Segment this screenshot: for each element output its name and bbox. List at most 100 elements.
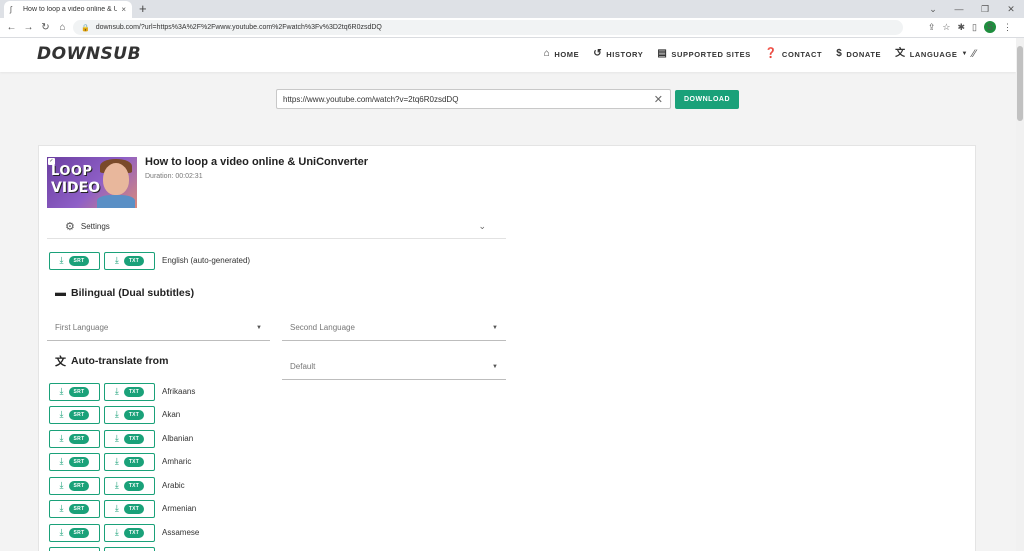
srt-pill: SRT (68, 433, 90, 444)
nav-supported-sites[interactable]: ▤ SUPPORTED SITES (657, 49, 751, 59)
nav-contact-label: CONTACT (781, 49, 823, 59)
srt-pill: SRT (68, 386, 90, 397)
txt-download-button[interactable]: ⤓ TXT (104, 429, 155, 448)
new-tab-button[interactable]: + (139, 1, 147, 17)
translate-row: ⤓ SRT ⤓ TXT Albanian (49, 429, 193, 448)
restore-icon[interactable]: ❐ (972, 0, 998, 18)
download-icon: ⤓ (59, 255, 64, 265)
extensions-icon[interactable]: ✱ (958, 22, 966, 33)
first-language-placeholder: First Language (55, 323, 109, 332)
address-bar[interactable]: 🔒 downsub.com/?url=https%3A%2F%2Fwww.you… (73, 20, 903, 35)
tab-search-icon[interactable]: ⌄ (920, 0, 946, 18)
download-button[interactable]: DOWNLOAD (675, 90, 739, 109)
download-icon: ⤓ (59, 527, 64, 537)
srt-download-button[interactable]: ⤓SRT (49, 405, 100, 424)
checkbox-icon: ✓ (48, 158, 55, 165)
bilingual-heading: ▬ Bilingual (Dual subtitles) (55, 287, 194, 299)
download-icon: ⤓ (114, 255, 119, 265)
srt-pill: SRT (68, 503, 90, 514)
srt-download-button[interactable]: ⤓SRT (49, 546, 100, 551)
original-language-label: English (auto-generated) (162, 256, 251, 265)
scrollbar-thumb[interactable] (1017, 46, 1023, 121)
txt-download-button[interactable]: ⤓TXT (104, 523, 155, 542)
menu-icon[interactable]: ⋮ (1003, 22, 1012, 33)
result-card: LOOP VIDEO ✓ How to loop a video online … (38, 145, 976, 551)
srt-download-button[interactable]: ⤓ SRT (49, 251, 100, 270)
txt-download-button[interactable]: ⤓TXT (104, 452, 155, 471)
share-icon[interactable]: ⇪ (928, 22, 936, 33)
nav-language[interactable]: 文 LANGUAGE ▼ (895, 49, 968, 59)
download-icon: ⤓ (59, 433, 64, 443)
video-thumbnail[interactable]: LOOP VIDEO ✓ (47, 157, 137, 208)
download-icon: ⤓ (114, 527, 119, 537)
sidepanel-icon[interactable]: ▯ (972, 22, 977, 33)
gear-icon: ⚙ (65, 221, 75, 233)
list-icon: ▤ (657, 48, 668, 59)
download-icon: ⤓ (114, 433, 119, 443)
profile-avatar[interactable]: S (984, 21, 996, 33)
theme-toggle-icon[interactable]: ⁄⁄ (972, 48, 976, 60)
browser-tab[interactable]: ʃ How to loop a video online & Un × (4, 1, 132, 18)
srt-download-button[interactable]: ⤓ SRT (49, 429, 100, 448)
download-icon: ⤓ (59, 409, 64, 419)
nav-donate-label: DONATE (846, 49, 882, 59)
auto-translate-source-select[interactable]: Default ▼ (282, 354, 506, 380)
minimize-icon[interactable]: — (946, 0, 972, 18)
reload-icon[interactable]: ↻ (37, 22, 54, 33)
txt-pill: TXT (123, 456, 145, 467)
txt-pill: TXT (123, 433, 145, 444)
tab-close-icon[interactable]: × (121, 5, 126, 14)
thumbnail-shirt (97, 195, 135, 208)
nav-history-label: HISTORY (606, 49, 644, 59)
browser-toolbar: ← → ↻ ⌂ 🔒 downsub.com/?url=https%3A%2F%2… (0, 18, 1024, 38)
translate-row: ⤓ SRT ⤓ TXT Arabic (49, 476, 185, 495)
home-icon[interactable]: ⌂ (54, 22, 71, 33)
page-scrollbar[interactable] (1016, 38, 1024, 551)
help-icon: ❓ (764, 48, 778, 59)
subtitles-icon: ▬ (55, 287, 66, 299)
site-logo[interactable]: DOWNSUB (37, 44, 141, 64)
translate-language-label: Amharic (162, 457, 192, 466)
video-url-input[interactable]: https://www.youtube.com/watch?v=2tq6R0zs… (276, 89, 671, 109)
nav-donate[interactable]: $ DONATE (836, 49, 881, 59)
translate-row: ⤓ SRT ⤓ TXT Armenian (49, 499, 196, 518)
srt-download-button[interactable]: ⤓SRT (49, 476, 100, 495)
chevron-down-icon: ⌄ (478, 221, 486, 231)
download-icon: ⤓ (114, 409, 119, 419)
txt-download-button[interactable]: ⤓TXT (104, 476, 155, 495)
back-icon[interactable]: ← (3, 22, 20, 33)
download-icon: ⤓ (59, 456, 64, 466)
lock-icon[interactable]: 🔒 (81, 24, 90, 32)
txt-download-button[interactable]: ⤓TXT (104, 546, 155, 551)
srt-download-button[interactable]: ⤓SRT (49, 452, 100, 471)
caret-down-icon: ▼ (492, 364, 498, 370)
download-icon: ⤓ (114, 386, 119, 396)
nav-contact[interactable]: ❓ CONTACT (765, 49, 822, 59)
nav-home[interactable]: ⌂ HOME (544, 49, 580, 59)
second-language-select[interactable]: Second Language ▼ (282, 315, 506, 341)
download-icon: ⤓ (114, 503, 119, 513)
txt-download-button[interactable]: ⤓ TXT (104, 251, 155, 270)
thumbnail-face (103, 163, 129, 195)
first-language-select[interactable]: First Language ▼ (47, 315, 270, 341)
forward-icon[interactable]: → (20, 22, 37, 33)
srt-download-button[interactable]: ⤓ SRT (49, 499, 100, 518)
nav-history[interactable]: ↺ HISTORY (593, 49, 643, 59)
download-icon: ⤓ (59, 503, 64, 513)
clear-icon[interactable]: ✕ (654, 93, 663, 106)
txt-download-button[interactable]: ⤓TXT (104, 499, 155, 518)
auto-translate-heading: 文 Auto-translate from (55, 353, 168, 369)
window-controls: ⌄ — ❐ ✕ (920, 0, 1024, 18)
settings-label: Settings (80, 222, 110, 231)
nav-language-label: LANGUAGE (909, 49, 958, 59)
txt-download-button[interactable]: ⤓TXT (104, 405, 155, 424)
download-icon: ⤓ (114, 480, 119, 490)
star-icon[interactable]: ☆ (942, 22, 950, 33)
srt-download-button[interactable]: ⤓SRT (49, 382, 100, 401)
txt-pill: TXT (123, 386, 145, 397)
settings-toggle[interactable]: ⚙ Settings ⌄ (47, 215, 506, 239)
close-window-icon[interactable]: ✕ (998, 0, 1024, 18)
bilingual-heading-text: Bilingual (Dual subtitles) (71, 287, 195, 299)
txt-download-button[interactable]: ⤓ TXT (104, 382, 155, 401)
srt-download-button[interactable]: ⤓SRT (49, 523, 100, 542)
